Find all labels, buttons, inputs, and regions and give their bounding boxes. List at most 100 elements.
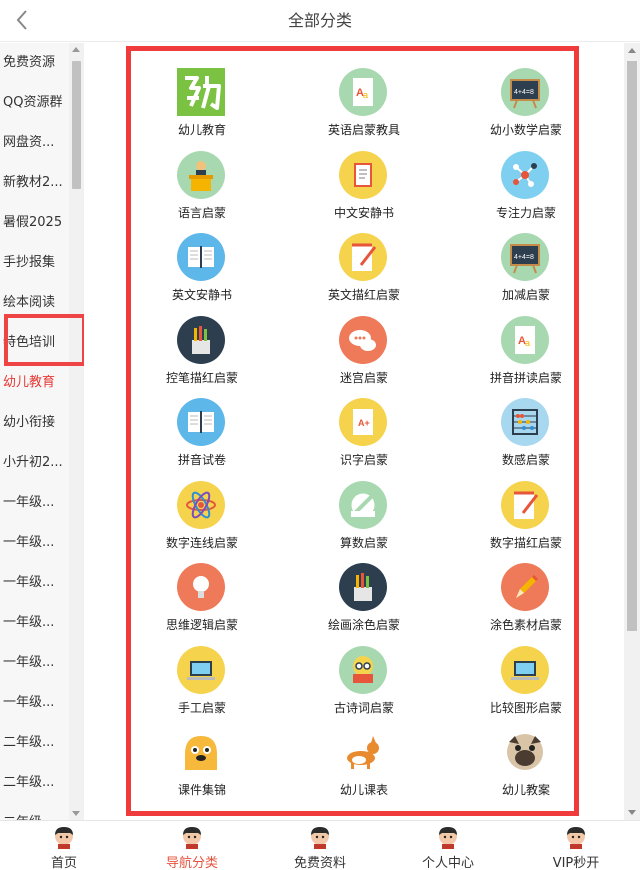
category-item[interactable]: Aa 拼音拼读启蒙 xyxy=(451,303,601,385)
svg-text:a: a xyxy=(525,338,530,348)
speaker-podium-icon xyxy=(177,150,225,199)
sidebar-item[interactable]: 一年级... xyxy=(0,483,68,523)
tab-item[interactable]: VIP秒开 xyxy=(512,821,640,870)
sidebar-item[interactable]: 免费资源 xyxy=(0,43,68,83)
category-item[interactable]: 控笔描红启蒙 xyxy=(127,303,277,385)
category-label: 英文安静书 xyxy=(171,288,232,302)
pencil-icon xyxy=(501,563,549,611)
category-item[interactable]: Aa 英语启蒙教具 xyxy=(289,55,439,137)
sidebar-scroll-thumb[interactable] xyxy=(72,61,81,189)
category-label: 拼音拼读启蒙 xyxy=(489,370,562,385)
category-item[interactable]: 课件集锦 xyxy=(127,715,277,797)
sidebar-item[interactable]: 小升初2... xyxy=(0,443,68,483)
page-title: 全部分类 xyxy=(287,11,352,30)
category-item[interactable]: 涂色素材启蒙 xyxy=(451,550,601,632)
category-label: 比较图形启蒙 xyxy=(489,700,562,715)
category-item[interactable]: 幼儿课表 xyxy=(289,715,439,797)
sidebar-item[interactable]: 幼小衔接 xyxy=(0,403,68,443)
scroll-down-icon[interactable] xyxy=(72,811,80,816)
tab-label: 免费资料 xyxy=(293,856,346,870)
main-scroll-thumb[interactable] xyxy=(627,61,637,631)
sidebar-item[interactable]: 二年级... xyxy=(0,723,68,763)
blackboard-icon: 4+4=8 xyxy=(501,233,549,281)
notepad-pencil-icon xyxy=(501,480,549,529)
scroll-down-icon[interactable] xyxy=(628,810,636,815)
sidebar-item[interactable]: 暑假2025 xyxy=(0,203,68,243)
category-item[interactable]: 思维逻辑启蒙 xyxy=(127,550,277,632)
category-item[interactable]: 中文安静书 xyxy=(289,138,439,220)
pug-icon xyxy=(501,728,549,776)
sidebar-item[interactable]: 一年级... xyxy=(0,643,68,683)
category-label: 幼儿教案 xyxy=(501,783,550,797)
ruler-icon xyxy=(339,480,387,529)
pencil-cup-icon xyxy=(339,563,387,611)
tab-item[interactable]: 导航分类 xyxy=(128,821,256,870)
category-label: 控笔描红启蒙 xyxy=(165,370,238,385)
category-item[interactable]: 幼儿教育 xyxy=(127,55,277,137)
document-aa-icon: Aa xyxy=(501,315,549,364)
category-item[interactable]: 数感启蒙 xyxy=(451,385,601,467)
atom-icon xyxy=(177,480,225,529)
main-scrollbar[interactable] xyxy=(624,43,640,820)
category-label: 幼小数学启蒙 xyxy=(489,123,562,137)
category-item[interactable]: 拼音试卷 xyxy=(127,385,277,467)
document-aa-icon: Aa xyxy=(339,68,387,116)
category-item[interactable]: 绘画涂色启蒙 xyxy=(289,550,439,632)
sidebar-item[interactable]: 新教材2... xyxy=(0,163,68,203)
category-item[interactable]: A+ 识字启蒙 xyxy=(289,385,439,467)
category-label: 古诗词启蒙 xyxy=(333,700,394,715)
exam-paper-icon: A+ xyxy=(339,398,387,446)
sidebar-item[interactable]: 一年级... xyxy=(0,563,68,603)
header: 全部分类 xyxy=(0,0,640,42)
category-item[interactable]: 迷宫启蒙 xyxy=(289,303,439,385)
category-item[interactable]: 幼儿教案 xyxy=(451,715,601,797)
open-book-icon xyxy=(177,398,225,446)
sidebar-item[interactable]: QQ资源群 xyxy=(0,83,68,123)
category-item[interactable]: 专注力启蒙 xyxy=(451,138,601,220)
category-item[interactable]: 语言启蒙 xyxy=(127,138,277,220)
sidebar-list: 免费资源 QQ资源群 网盘资... 新教材2... 暑假2025 手抄报集 绘本阅读 特色培训… xyxy=(0,43,68,820)
category-label: 数感启蒙 xyxy=(501,453,550,467)
scroll-up-icon[interactable] xyxy=(628,48,636,53)
scroll-up-icon[interactable] xyxy=(72,47,80,52)
tab-item[interactable]: 个人中心 xyxy=(384,821,512,870)
category-label: 加减启蒙 xyxy=(501,288,550,302)
sidebar-item[interactable]: 二年级... xyxy=(0,803,68,820)
category-label: 手工启蒙 xyxy=(177,700,226,715)
category-label: 幼儿课表 xyxy=(339,783,388,797)
category-item[interactable]: 比较图形启蒙 xyxy=(451,633,601,715)
category-label: 数字描红启蒙 xyxy=(489,535,562,550)
sidebar-item[interactable]: 幼儿教育 xyxy=(0,363,68,403)
reader-glasses-icon xyxy=(339,645,387,694)
jake-dog-icon xyxy=(177,728,225,776)
category-item[interactable]: 4+4=8 加减启蒙 xyxy=(451,220,601,302)
category-item[interactable]: 英文描红启蒙 xyxy=(289,220,439,302)
molecule-icon xyxy=(501,150,549,199)
category-item[interactable]: 手工启蒙 xyxy=(127,633,277,715)
category-label: 中文安静书 xyxy=(333,205,394,220)
sidebar-item[interactable]: 二年级... xyxy=(0,763,68,803)
sidebar-item[interactable]: 一年级... xyxy=(0,523,68,563)
corgi-icon xyxy=(339,728,387,776)
category-item[interactable]: 数字描红启蒙 xyxy=(451,468,601,550)
sidebar-item[interactable]: 一年级... xyxy=(0,603,68,643)
tab-label: 首页 xyxy=(50,856,77,870)
category-item[interactable]: 4+4=8 幼小数学启蒙 xyxy=(451,55,601,137)
category-item[interactable]: 数字连线启蒙 xyxy=(127,468,277,550)
category-item[interactable]: 算数启蒙 xyxy=(289,468,439,550)
category-label: 绘画涂色启蒙 xyxy=(327,618,400,632)
category-item[interactable]: 英文安静书 xyxy=(127,220,277,302)
avatar-icon xyxy=(180,825,204,849)
sidebar-item[interactable]: 绘本阅读 xyxy=(0,283,68,323)
category-label: 迷宫启蒙 xyxy=(339,370,388,385)
sidebar-item[interactable]: 网盘资... xyxy=(0,123,68,163)
sidebar-item[interactable]: 一年级... xyxy=(0,683,68,723)
avatar-icon xyxy=(436,825,460,849)
sidebar-item[interactable]: 特色培训 xyxy=(0,323,68,363)
category-item[interactable]: 古诗词启蒙 xyxy=(289,633,439,715)
sidebar-item[interactable]: 手抄报集 xyxy=(0,243,68,283)
sidebar-scrollbar[interactable] xyxy=(69,43,84,820)
svg-text:a: a xyxy=(363,90,368,100)
tab-item[interactable]: 首页 xyxy=(0,821,128,870)
tab-item[interactable]: 免费资料 xyxy=(256,821,384,870)
